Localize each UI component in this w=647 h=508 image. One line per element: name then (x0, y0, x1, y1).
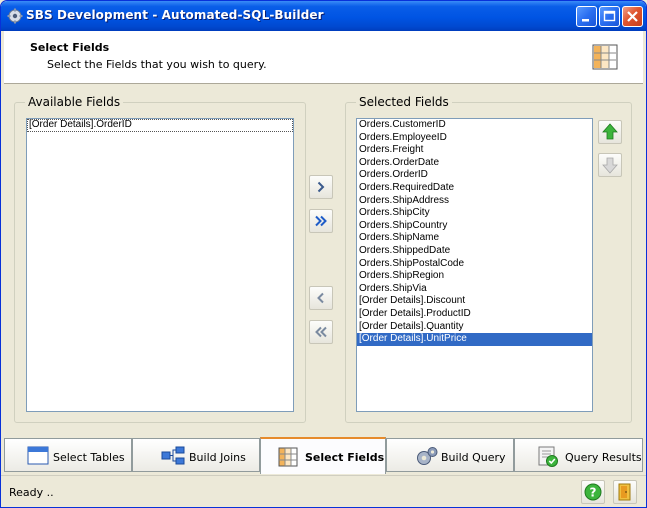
list-item[interactable]: [Order Details].Discount (357, 295, 592, 308)
title-bar[interactable]: SBS Development - Automated-SQL-Builder (1, 1, 646, 31)
app-gear-icon (7, 8, 23, 24)
list-item[interactable]: Orders.EmployeeID (357, 132, 592, 145)
tab-query-results[interactable]: Query Results (514, 438, 643, 472)
list-item[interactable]: Orders.CustomerID (357, 119, 592, 132)
available-fields-group: Available Fields [Order Details].OrderID (14, 95, 306, 423)
minimize-button[interactable] (576, 6, 597, 27)
list-item[interactable]: Orders.OrderDate (357, 157, 592, 170)
app-window: SBS Development - Automated-SQL-Builder … (0, 0, 647, 508)
grid-table-icon (278, 447, 298, 467)
list-item[interactable]: Orders.ShipVia (357, 283, 592, 296)
close-icon (627, 11, 638, 22)
joins-icon (161, 446, 185, 465)
exit-button[interactable] (613, 480, 637, 504)
status-bar: Ready .. ? (1, 475, 646, 507)
tab-build-joins[interactable]: Build Joins (132, 438, 260, 472)
page-title: Select Fields (30, 41, 110, 54)
selected-fields-group: Selected Fields Orders.CustomerID Orders.… (345, 95, 632, 423)
remove-field-button[interactable] (309, 286, 333, 310)
list-item[interactable]: [Order Details].Quantity (357, 321, 592, 334)
list-item[interactable]: Orders.ShipCity (357, 207, 592, 220)
list-item[interactable]: Orders.ShippedDate (357, 245, 592, 258)
gears-icon (417, 447, 438, 465)
tab-select-fields[interactable]: Select Fields (260, 437, 386, 474)
tab-label: Select Fields (305, 451, 385, 464)
remove-all-fields-button[interactable] (309, 320, 333, 344)
move-down-button[interactable] (598, 153, 622, 177)
help-icon: ? (584, 483, 602, 501)
double-chevron-left-icon (315, 326, 327, 338)
available-fields-legend: Available Fields (25, 95, 124, 109)
add-all-fields-button[interactable] (309, 209, 333, 233)
list-item[interactable]: Orders.ShipPostalCode (357, 258, 592, 271)
list-item[interactable]: Orders.ShipRegion (357, 270, 592, 283)
arrow-up-icon (602, 123, 618, 140)
list-item[interactable]: Orders.ShipCountry (357, 220, 592, 233)
tab-label: Query Results (565, 451, 642, 464)
close-button[interactable] (622, 6, 643, 27)
tab-build-query[interactable]: Build Query (386, 438, 514, 472)
svg-text:?: ? (590, 486, 597, 500)
window-title: SBS Development - Automated-SQL-Builder (26, 8, 324, 22)
maximize-icon (603, 10, 616, 22)
list-item[interactable]: [Order Details].ProductID (357, 308, 592, 321)
double-chevron-right-icon (315, 215, 327, 227)
list-item[interactable]: [Order Details].UnitPrice (357, 333, 592, 346)
minimize-icon (582, 19, 589, 22)
tab-select-tables[interactable]: Select Tables (4, 438, 132, 472)
maximize-button[interactable] (599, 6, 620, 27)
exit-door-icon (618, 483, 631, 501)
chevron-right-icon (317, 181, 325, 193)
status-text: Ready .. (9, 486, 54, 499)
results-check-icon (538, 446, 558, 467)
list-item[interactable]: [Order Details].OrderID (27, 119, 293, 132)
wizard-tabs: Select Tables Build Joins Select Fields (4, 437, 643, 475)
chevron-left-icon (317, 292, 324, 304)
list-item[interactable]: Orders.Freight (357, 144, 592, 157)
tab-label: Select Tables (53, 451, 125, 464)
add-field-button[interactable] (309, 175, 333, 199)
list-item[interactable]: Orders.ShipAddress (357, 195, 592, 208)
tab-label: Build Joins (189, 451, 246, 464)
list-item[interactable]: Orders.ShipName (357, 232, 592, 245)
selected-fields-list[interactable]: Orders.CustomerID Orders.EmployeeID Orders… (356, 118, 593, 412)
page-subtitle: Select the Fields that you wish to query… (47, 58, 267, 71)
selected-fields-legend: Selected Fields (356, 95, 452, 109)
grid-table-icon (592, 44, 618, 70)
list-item[interactable]: Orders.RequiredDate (357, 182, 592, 195)
tab-label: Build Query (441, 451, 506, 464)
list-item[interactable]: Orders.OrderID (357, 169, 592, 182)
step-header: Select Fields Select the Fields that you… (4, 31, 643, 84)
arrow-down-icon (602, 157, 618, 174)
move-up-button[interactable] (598, 120, 622, 144)
available-fields-list[interactable]: [Order Details].OrderID (26, 118, 294, 412)
help-button[interactable]: ? (581, 480, 605, 504)
window-icon (27, 446, 49, 465)
